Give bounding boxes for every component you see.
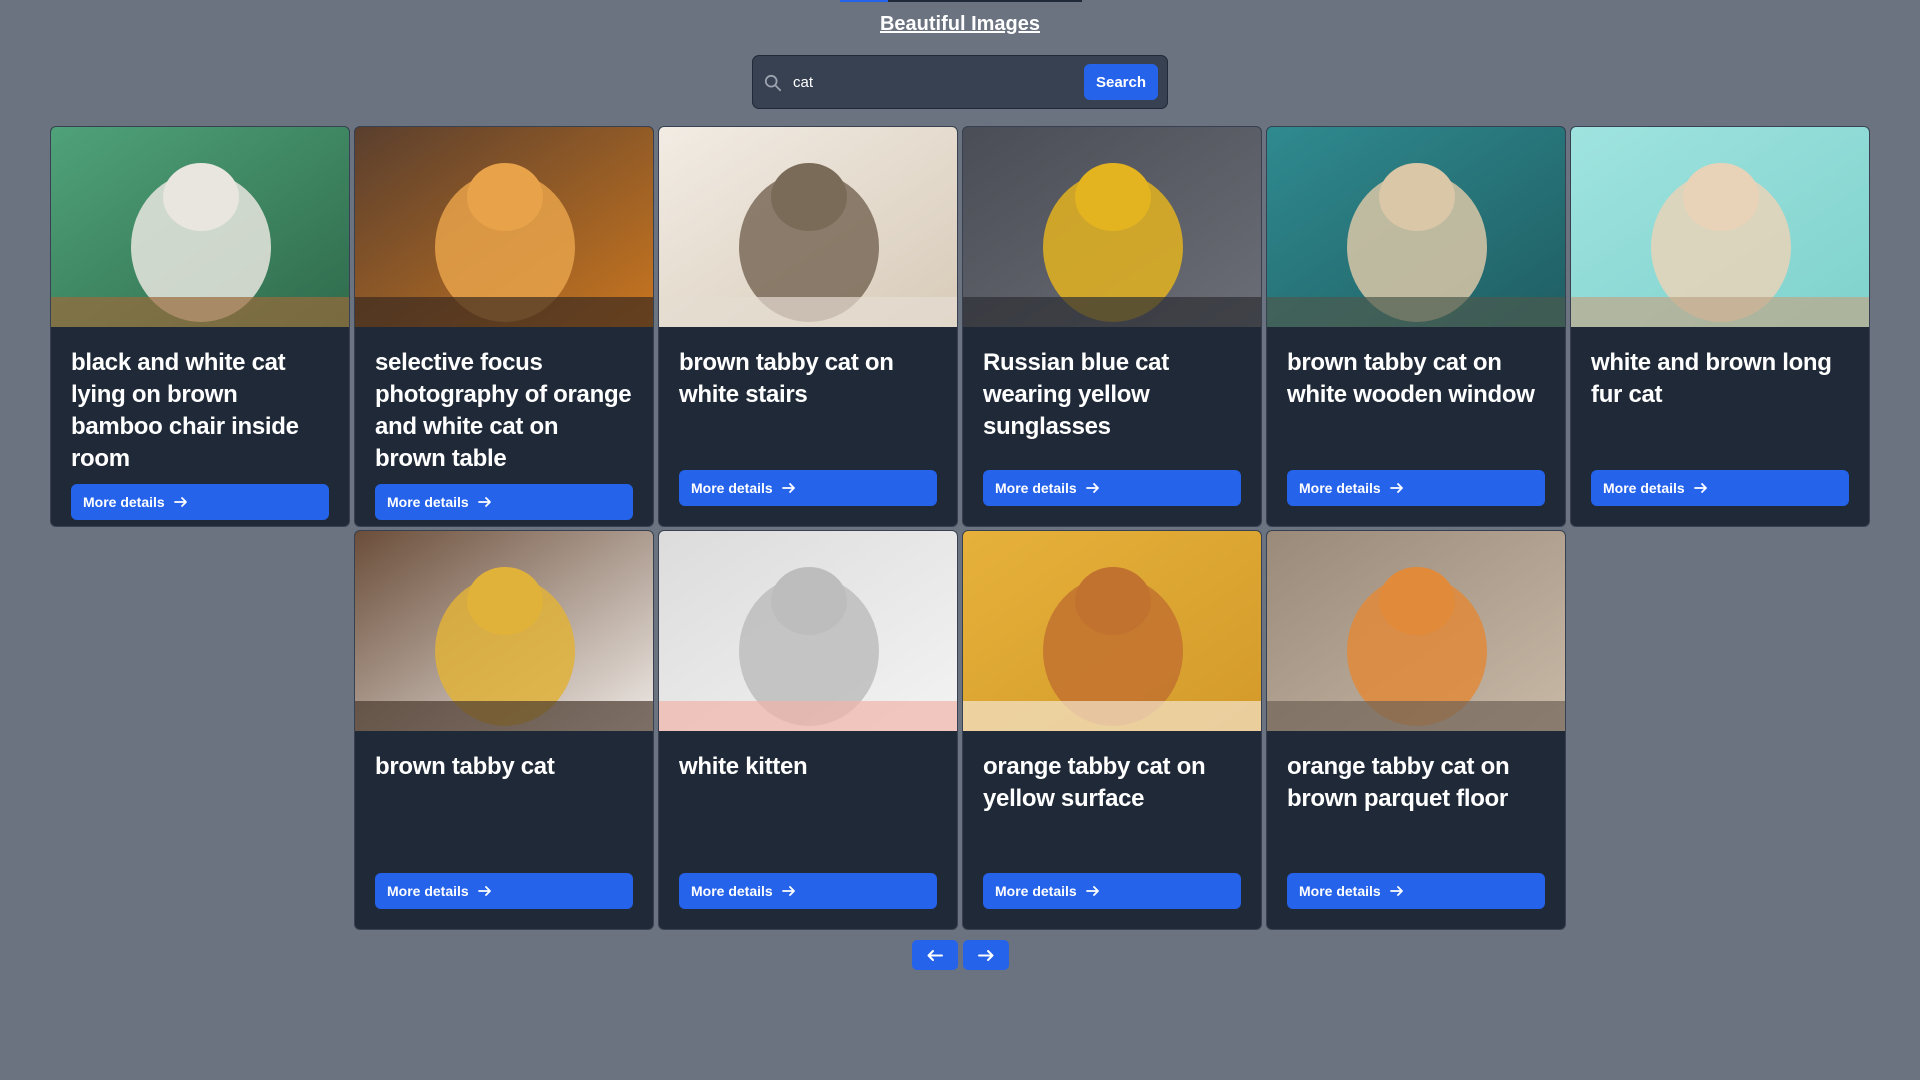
arrow-right-icon [781,483,795,493]
card-title: Russian blue cat wearing yellow sunglass… [983,349,1169,440]
photo-subject-head [467,567,543,635]
card-title: selective focus photography of orange an… [375,349,632,472]
more-details-label: More details [83,494,165,510]
more-details-label: More details [995,883,1077,899]
arrow-right-icon [1389,886,1403,896]
pagination [0,940,1920,970]
photo-foreground [1571,297,1869,327]
image-card: selective focus photography of orange an… [354,126,654,527]
photo-foreground [659,297,957,327]
top-accent-bar [840,0,1082,2]
image-card: Russian blue cat wearing yellow sunglass… [962,126,1262,527]
image-card: brown tabby cat on white wooden window M… [1266,126,1566,527]
photo-foreground [355,701,653,731]
photo-subject-head [1075,163,1151,231]
card-image [1267,127,1565,327]
arrow-right-icon [781,886,795,896]
card-title: white kitten [679,753,808,780]
arrow-left-icon [927,949,943,961]
arrow-right-icon [1085,886,1099,896]
card-title: brown tabby cat [375,753,555,780]
arrow-right-icon [1085,483,1099,493]
arrow-right-icon [477,886,491,896]
image-card: black and white cat lying on brown bambo… [50,126,350,527]
card-title: black and white cat lying on brown bambo… [71,349,299,472]
more-details-button[interactable]: More details [679,873,937,909]
photo-subject-head [467,163,543,231]
photo-foreground [355,297,653,327]
search-input[interactable] [793,66,1113,98]
arrow-right-icon [977,949,993,961]
arrow-right-icon [1693,483,1707,493]
arrow-right-icon [173,497,187,507]
image-card: brown tabby cat More details [354,530,654,930]
card-title: white and brown long fur cat [1591,349,1832,408]
more-details-label: More details [1299,883,1381,899]
search-icon [764,74,782,92]
search-bar: Search [752,55,1168,109]
more-details-label: More details [387,883,469,899]
card-image [963,531,1261,731]
image-card: white and brown long fur cat More detail… [1570,126,1870,527]
top-accent-segment [840,0,888,2]
more-details-label: More details [691,480,773,496]
more-details-label: More details [995,480,1077,496]
photo-foreground [963,297,1261,327]
photo-foreground [1267,297,1565,327]
next-page-button[interactable] [962,940,1009,970]
search-button[interactable]: Search [1084,64,1158,100]
card-image [355,127,653,327]
more-details-button[interactable]: More details [375,484,633,520]
card-title: orange tabby cat on brown parquet floor [1287,753,1510,812]
card-image [963,127,1261,327]
photo-subject-head [771,163,847,231]
more-details-button[interactable]: More details [679,470,937,506]
photo-foreground [51,297,349,327]
photo-foreground [963,701,1261,731]
more-details-label: More details [1603,480,1685,496]
card-title: orange tabby cat on yellow surface [983,753,1206,812]
card-image [1571,127,1869,327]
more-details-label: More details [387,494,469,510]
arrow-right-icon [1389,483,1403,493]
image-card: brown tabby cat on white stairs More det… [658,126,958,527]
card-image [1267,531,1565,731]
photo-foreground [659,701,957,731]
more-details-label: More details [1299,480,1381,496]
photo-subject-head [1379,567,1455,635]
image-card: white kitten More details [658,530,958,930]
card-image [659,127,957,327]
photo-subject-head [1379,163,1455,231]
photo-foreground [1267,701,1565,731]
more-details-button[interactable]: More details [983,470,1241,506]
more-details-button[interactable]: More details [983,873,1241,909]
more-details-button[interactable]: More details [1287,470,1545,506]
card-image [51,127,349,327]
photo-subject-head [771,567,847,635]
card-title: brown tabby cat on white wooden window [1287,349,1535,408]
image-card: orange tabby cat on yellow surface More … [962,530,1262,930]
page-title: Beautiful Images [879,13,1041,35]
more-details-button[interactable]: More details [1287,873,1545,909]
card-image [355,531,653,731]
photo-subject-head [1075,567,1151,635]
page: Beautiful Images Search black and white … [0,0,1920,1080]
photo-subject-head [1683,163,1759,231]
image-card: orange tabby cat on brown parquet floor … [1266,530,1566,930]
card-image [659,531,957,731]
more-details-button[interactable]: More details [71,484,329,520]
photo-subject-head [163,163,239,231]
card-title: brown tabby cat on white stairs [679,349,894,408]
more-details-label: More details [691,883,773,899]
arrow-right-icon [477,497,491,507]
previous-page-button[interactable] [911,940,958,970]
more-details-button[interactable]: More details [1591,470,1849,506]
more-details-button[interactable]: More details [375,873,633,909]
